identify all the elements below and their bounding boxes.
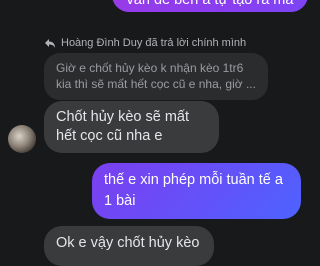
avatar[interactable] [8,125,36,153]
received-message[interactable]: Chốt hủy kèo sẽ mất hết cọc cũ nha e [44,101,219,153]
received-message-text: Chốt hủy kèo sẽ mất hết cọc cũ nha e [56,109,189,144]
sent-message-text: thế e xin phép mỗi tuần tế a 1 bài [104,172,283,209]
sent-message[interactable]: thế e xin phép mỗi tuần tế a 1 bài [92,163,301,219]
sent-message-top-text: vấn đề bên a tự tạo ra mà [126,0,294,8]
reply-header: Hoàng Đình Duy đã trả lời chính mình [44,37,246,49]
sent-message-top[interactable]: vấn đề bên a tự tạo ra mà [112,0,308,12]
quoted-message[interactable]: Giờ e chốt hủy kèo k nhận kèo 1tr6 kia t… [44,53,268,100]
reply-header-text: Hoàng Đình Duy đã trả lời chính mình [61,37,247,49]
reply-arrow-icon [45,39,55,48]
received-message-last[interactable]: Ok e vậy chốt hủy kèo [44,226,214,266]
quoted-message-text: Giờ e chốt hủy kèo k nhận kèo 1tr6 kia t… [56,61,256,91]
received-message-last-text: Ok e vậy chốt hủy kèo [56,235,200,251]
